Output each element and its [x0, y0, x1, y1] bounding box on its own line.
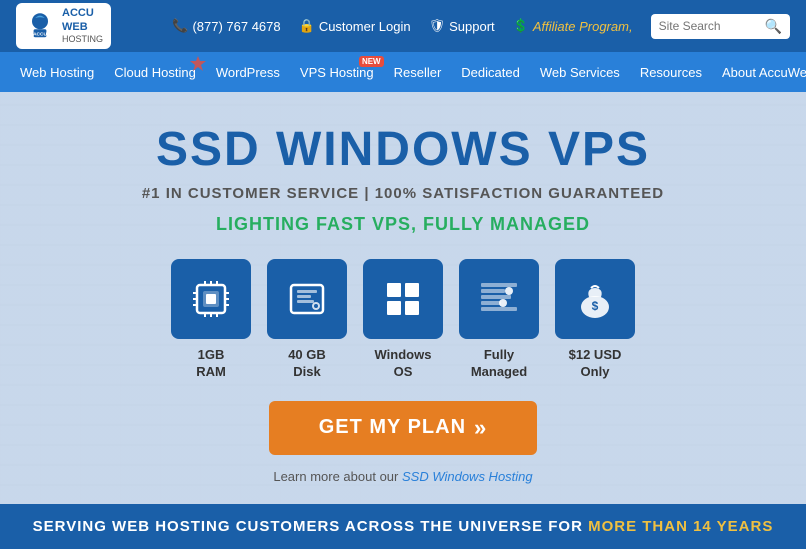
search-box: 🔍 [651, 14, 790, 39]
cpu-icon [189, 277, 233, 321]
nav-about-accuweb[interactable]: About AccuWeb [712, 52, 806, 92]
top-bar: ACCU ACCUWEBHOSTING 📞 (877) 767 4678 🔒 C… [0, 0, 806, 52]
nav-web-services[interactable]: Web Services [530, 52, 630, 92]
nav-bar: Web Hosting Cloud Hosting WordPress VPS … [0, 52, 806, 92]
lock-icon: 🔒 [299, 18, 315, 34]
windows-icon-box [363, 259, 443, 339]
feature-price: $ $12 USD Only [555, 259, 635, 381]
top-links: 📞 (877) 767 4678 🔒 Customer Login 🛡 Supp… [172, 14, 790, 39]
nav-cloud-hosting[interactable]: Cloud Hosting [104, 52, 206, 92]
nav-vps-hosting[interactable]: VPS Hosting NEW [290, 52, 384, 92]
managed-icon-box [459, 259, 539, 339]
support-icon: 🛡 [429, 18, 446, 34]
feature-managed: Fully Managed [459, 259, 539, 381]
new-badge: NEW [359, 56, 384, 67]
disk-icon [285, 277, 329, 321]
nav-web-hosting[interactable]: Web Hosting [10, 52, 104, 92]
feature-windows: Windows OS [363, 259, 443, 381]
price-label: $12 USD Only [569, 347, 622, 381]
hero-subtitle: #1 IN CUSTOMER SERVICE | 100% SATISFACTI… [20, 185, 786, 202]
feature-disk: 40 GB Disk [267, 259, 347, 381]
price-icon-box: $ [555, 259, 635, 339]
logo-area: ACCU ACCUWEBHOSTING [16, 3, 111, 48]
windows-label: Windows OS [375, 347, 432, 381]
search-input[interactable] [659, 19, 759, 33]
ram-label: 1GB RAM [196, 347, 226, 381]
affiliate-label: Affiliate Program, [533, 19, 633, 34]
phone-number: (877) 767 4678 [192, 19, 280, 34]
managed-label: Fully Managed [471, 347, 527, 381]
svg-text:$: $ [592, 299, 599, 313]
money-bag-icon: $ [573, 277, 617, 321]
learn-more-text: Learn more about our SSD Windows Hosting [20, 469, 786, 484]
footer-banner: SERVING WEB HOSTING CUSTOMERS ACROSS THE… [0, 504, 806, 549]
windows-icon [381, 277, 425, 321]
arrows-icon: » [474, 415, 487, 441]
hero-section: SSD WINDOWS VPS #1 IN CUSTOMER SERVICE |… [0, 92, 806, 504]
sale-badge-icon [190, 56, 206, 72]
search-icon[interactable]: 🔍 [765, 18, 782, 35]
footer-text: SERVING WEB HOSTING CUSTOMERS ACROSS THE… [33, 518, 588, 535]
phone-link[interactable]: 📞 (877) 767 4678 [172, 18, 280, 34]
customer-login-link[interactable]: 🔒 Customer Login [299, 18, 411, 34]
ssd-windows-hosting-link[interactable]: SSD Windows Hosting [402, 469, 533, 484]
hero-tagline: LIGHTING FAST VPS, FULLY MANAGED [20, 214, 786, 235]
disk-label: 40 GB Disk [288, 347, 326, 381]
nav-resources[interactable]: Resources [630, 52, 712, 92]
support-link[interactable]: 🛡 Support [429, 18, 495, 34]
logo-icon: ACCU [24, 10, 56, 42]
footer-highlight: MORE THAN 14 YEARS [588, 518, 773, 535]
settings-icon [477, 277, 521, 321]
nav-reseller[interactable]: Reseller [384, 52, 452, 92]
feature-ram: 1GB RAM [171, 259, 251, 381]
dollar-icon: 💲 [513, 18, 529, 34]
ram-icon-box [171, 259, 251, 339]
logo-text: ACCUWEBHOSTING [62, 7, 103, 44]
disk-icon-box [267, 259, 347, 339]
features-row: 1GB RAM 40 GB Disk [20, 259, 786, 381]
nav-dedicated[interactable]: Dedicated [451, 52, 530, 92]
nav-wordpress[interactable]: WordPress [206, 52, 290, 92]
phone-icon: 📞 [172, 18, 188, 34]
affiliate-link[interactable]: 💲 Affiliate Program, [513, 18, 633, 34]
logo-box: ACCU ACCUWEBHOSTING [16, 3, 111, 48]
get-my-plan-button[interactable]: GET MY PLAN » [269, 401, 538, 455]
svg-text:ACCU: ACCU [33, 32, 47, 38]
hero-title: SSD WINDOWS VPS [20, 122, 786, 177]
